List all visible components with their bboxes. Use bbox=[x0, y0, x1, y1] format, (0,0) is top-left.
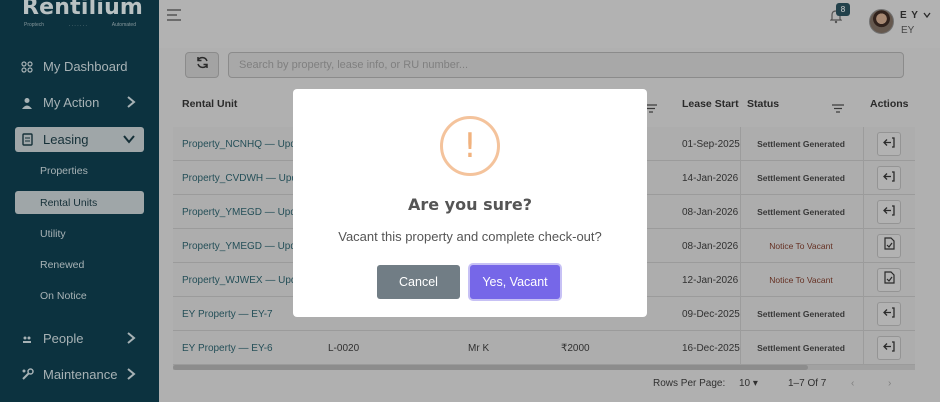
confirm-dialog: ! Are you sure? Vacant this property and… bbox=[293, 89, 647, 317]
confirm-vacant-button[interactable]: Yes, Vacant bbox=[470, 265, 560, 299]
warning-icon: ! bbox=[440, 116, 500, 176]
cancel-button[interactable]: Cancel bbox=[377, 265, 460, 299]
dialog-title: Are you sure? bbox=[407, 195, 532, 214]
dialog-message: Vacant this property and complete check-… bbox=[338, 229, 602, 244]
